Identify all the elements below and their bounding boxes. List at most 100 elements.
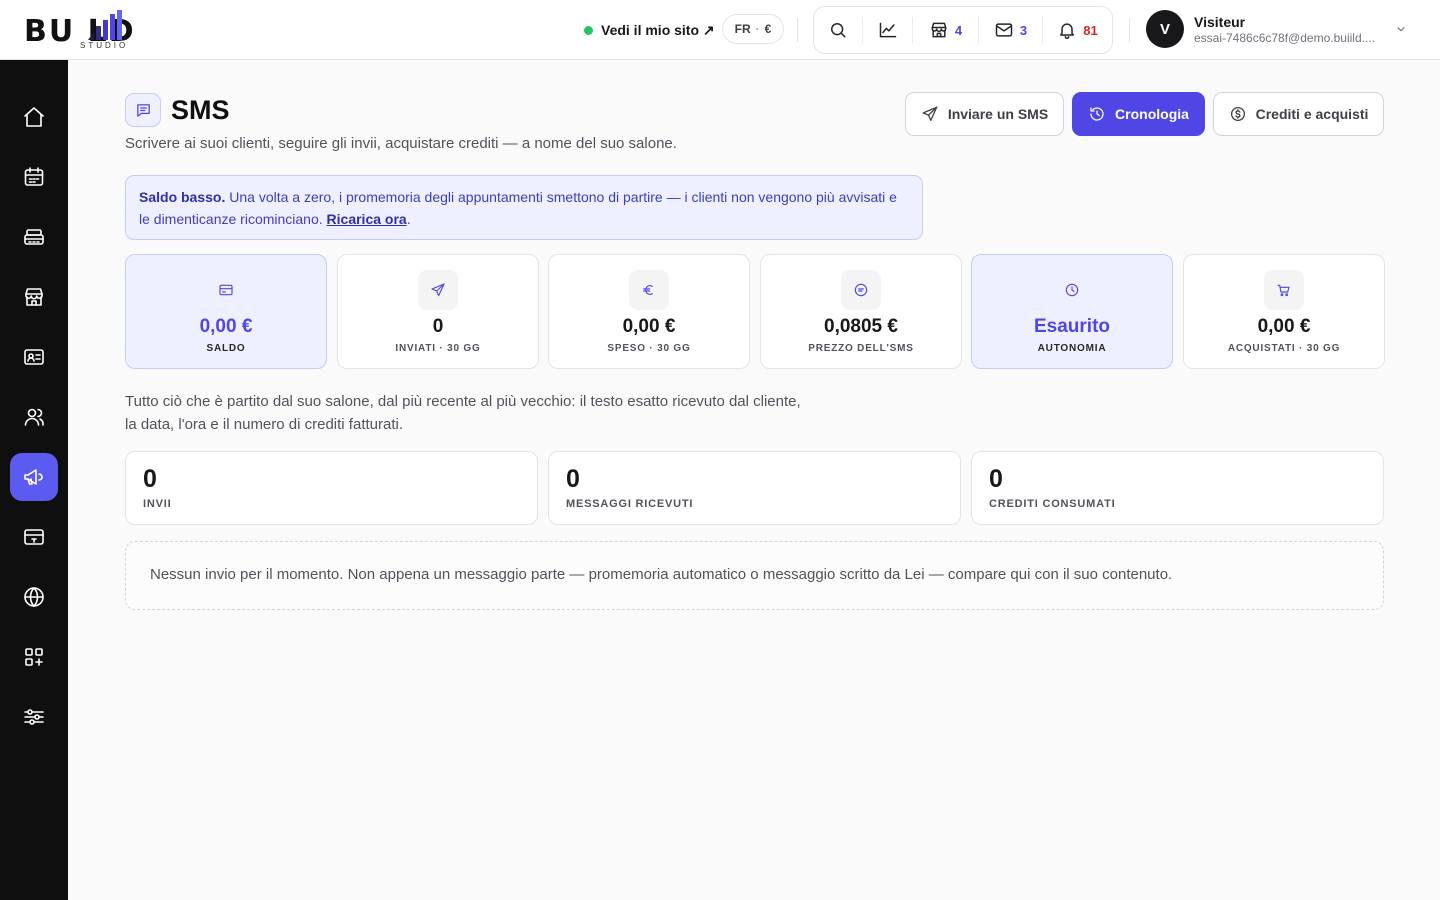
stat-icon (629, 270, 669, 310)
stat-value: 0,00 € (1257, 316, 1311, 337)
notifications-button[interactable]: 81 (1042, 17, 1112, 43)
stat-value: 0,0805 € (824, 316, 898, 337)
recharge-now-link[interactable]: Ricarica ora (327, 211, 407, 227)
calendar-icon (24, 167, 44, 186)
user-email: essai-7486c6c78f@demo.buiild.... (1194, 31, 1375, 45)
history-intro: Tutto ciò che è partito dal suo salone, … (125, 390, 845, 436)
sidebar-item-register[interactable] (10, 213, 58, 261)
sidebar-item-home[interactable] (10, 93, 58, 141)
user-menu[interactable]: V Visiteur essai-7486c6c78f@demo.buiild.… (1146, 10, 1416, 50)
sidebar-item-apps[interactable] (10, 633, 58, 681)
shop-count: 4 (954, 22, 963, 38)
apps-icon (25, 648, 43, 666)
sidebar-item-website[interactable] (10, 573, 58, 621)
store-icon (931, 22, 947, 38)
sidebar-item-calendar[interactable] (10, 153, 58, 201)
search-icon (831, 23, 846, 38)
summary-label: INVII (143, 498, 172, 510)
mail-count: 3 (1019, 22, 1028, 38)
globe-icon (24, 587, 44, 607)
logo-subtitle: STUDIO (80, 41, 129, 50)
stat-card-purchased: 0,00 € ACQUISTATI · 30 GG (1183, 254, 1385, 369)
store-icon (25, 288, 43, 306)
alert-title: Saldo basso. (139, 189, 226, 205)
settings-sliders-icon (24, 709, 44, 725)
clients-icon (24, 408, 44, 426)
sidebar-item-settings[interactable] (10, 693, 58, 741)
empty-state-text: Nessun invio per il momento. Non appena … (150, 566, 1173, 583)
stat-card-balance: 0,00 € SALDO (125, 254, 327, 369)
sidebar-item-clients[interactable] (10, 393, 58, 441)
chat-bubble-icon (136, 103, 150, 117)
coin-icon (1230, 106, 1245, 122)
history-label: Cronologia (1115, 106, 1189, 122)
page-title: SMS (171, 95, 230, 125)
analytics-button[interactable] (862, 17, 912, 43)
summary-card-credits: 0 CREDITI CONSUMATI (971, 451, 1384, 525)
sidebar-item-sms[interactable] (10, 453, 58, 501)
language-currency-selector[interactable]: FR · € (722, 14, 784, 44)
online-status-dot (584, 25, 593, 35)
summary-card-received: 0 MESSAGGI RICEVUTI (548, 451, 961, 525)
alert-text: Una volta a zero, i promemoria degli app… (139, 189, 897, 227)
shop-button[interactable]: 4 (912, 17, 978, 43)
stat-card-spent: 0,00 € SPESO · 30 GG (548, 254, 750, 369)
page-icon (125, 93, 161, 127)
sidebar-item-contacts[interactable] (10, 333, 58, 381)
visit-site-label: Vedi il mio sito ↗ (601, 21, 715, 38)
credits-purchases-button[interactable]: Crediti e acquisti (1213, 92, 1384, 136)
top-bar: BU LD STUDIO Vedi il mio sito ↗ FR · € 4 (0, 0, 1440, 60)
currency-symbol: € (764, 22, 772, 36)
brand-logo[interactable]: BU LD STUDIO (24, 8, 184, 52)
stat-label: INVIATI · 30 GG (395, 343, 481, 354)
stat-icon (206, 270, 246, 310)
sidebar-item-store[interactable] (10, 273, 58, 321)
stat-value: 0,00 € (199, 316, 253, 337)
stat-label: PREZZO DELL'SMS (808, 343, 914, 354)
message-icon (854, 283, 868, 297)
divider (1129, 18, 1130, 42)
low-balance-alert: Saldo basso. Una volta a zero, i promemo… (125, 175, 923, 240)
avatar: V (1146, 10, 1184, 48)
stat-icon (841, 270, 881, 310)
divider (797, 18, 798, 42)
megaphone-icon (24, 469, 43, 485)
stat-label: SALDO (206, 343, 246, 354)
summary-label: MESSAGGI RICEVUTI (566, 498, 694, 510)
credits-purchases-label: Crediti e acquisti (1255, 106, 1369, 122)
logo-bars-icon (88, 10, 122, 40)
search-button[interactable] (814, 6, 862, 54)
history-button[interactable]: Cronologia (1072, 92, 1205, 136)
visit-site-link[interactable]: Vedi il mio sito ↗ (584, 20, 715, 40)
stat-icon (418, 270, 458, 310)
stat-card-sent: 0 INVIATI · 30 GG (337, 254, 539, 369)
page-subtitle: Scrivere ai suoi clienti, seguire gli in… (125, 135, 677, 152)
stat-label: SPESO · 30 GG (607, 343, 691, 354)
cart-icon (1277, 284, 1290, 297)
send-sms-label: Inviare un SMS (947, 106, 1049, 122)
alert-end: . (406, 211, 411, 227)
history-empty-state: Nessun invio per il momento. Non appena … (125, 541, 1384, 610)
user-name: Visiteur (1194, 14, 1246, 30)
send-sms-button[interactable]: Inviare un SMS (905, 92, 1064, 136)
notification-count: 81 (1083, 22, 1098, 38)
payment-card-icon (24, 529, 44, 545)
messages-button[interactable]: 3 (978, 17, 1042, 43)
bell-icon (1060, 23, 1075, 40)
sidebar-item-payments[interactable] (10, 513, 58, 561)
sidebar (0, 60, 68, 900)
register-icon (24, 229, 44, 245)
send-icon (431, 283, 445, 297)
history-intro-line-2: la data, l'ora e il numero di crediti fa… (125, 416, 403, 433)
summary-card-sends: 0 INVII (125, 451, 538, 525)
stat-icon (1264, 270, 1304, 310)
stat-card-autonomy: Esaurito AUTONOMIA (971, 254, 1173, 369)
separator-dot: · (755, 22, 760, 36)
summary-value: 0 (989, 465, 1003, 493)
home-icon (24, 107, 44, 127)
send-icon (922, 106, 938, 122)
stat-label: ACQUISTATI · 30 GG (1227, 343, 1341, 354)
clock-icon (1065, 283, 1079, 297)
toolbar-group: 4 3 81 (813, 6, 1113, 54)
chart-line-icon (879, 22, 896, 38)
